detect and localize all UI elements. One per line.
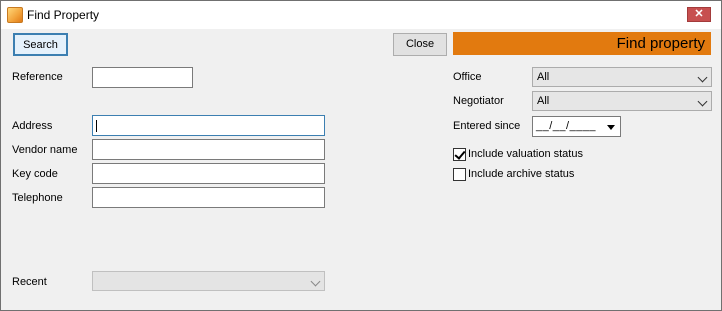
office-label: Office	[453, 71, 482, 83]
chevron-down-icon	[697, 72, 708, 83]
window-close-button[interactable]: ✕	[687, 7, 711, 22]
include-archive-label: Include archive status	[468, 168, 575, 180]
text-caret	[96, 120, 97, 132]
close-icon: ✕	[694, 8, 704, 20]
key-code-label: Key code	[12, 168, 58, 180]
reference-label: Reference	[12, 71, 63, 83]
negotiator-label: Negotiator	[453, 95, 504, 107]
include-valuation-label: Include valuation status	[468, 148, 583, 160]
vendor-name-input[interactable]	[92, 139, 325, 160]
entered-since-value: __/__/____	[536, 120, 597, 132]
entered-since-datepicker[interactable]: __/__/____	[532, 116, 621, 137]
negotiator-select[interactable]: All	[532, 91, 712, 111]
telephone-input[interactable]	[92, 187, 325, 208]
office-select[interactable]: All	[532, 67, 712, 87]
window-title: Find Property	[27, 8, 100, 22]
recent-select[interactable]	[92, 271, 325, 291]
find-property-banner: Find property	[453, 32, 711, 55]
office-value: All	[537, 71, 550, 83]
address-input[interactable]	[92, 115, 325, 136]
chevron-down-icon	[310, 276, 321, 287]
title-bar: Find Property ✕	[1, 1, 721, 29]
close-button[interactable]: Close	[393, 33, 447, 56]
find-property-window: Find Property ✕ Search Close Find proper…	[0, 0, 722, 311]
telephone-label: Telephone	[12, 192, 63, 204]
include-archive-checkbox[interactable]	[453, 168, 466, 181]
reference-input[interactable]	[92, 67, 193, 88]
address-label: Address	[12, 120, 53, 132]
key-code-input[interactable]	[92, 163, 325, 184]
recent-label: Recent	[12, 276, 47, 288]
dropdown-arrow-icon[interactable]	[607, 125, 615, 130]
checkmark-icon	[454, 148, 466, 160]
vendor-name-label: Vendor name	[12, 144, 78, 156]
search-button[interactable]: Search	[13, 33, 68, 56]
include-valuation-checkbox[interactable]	[453, 148, 466, 161]
chevron-down-icon	[697, 96, 708, 107]
entered-since-label: Entered since	[453, 120, 521, 132]
negotiator-value: All	[537, 95, 550, 107]
app-icon	[7, 7, 23, 23]
